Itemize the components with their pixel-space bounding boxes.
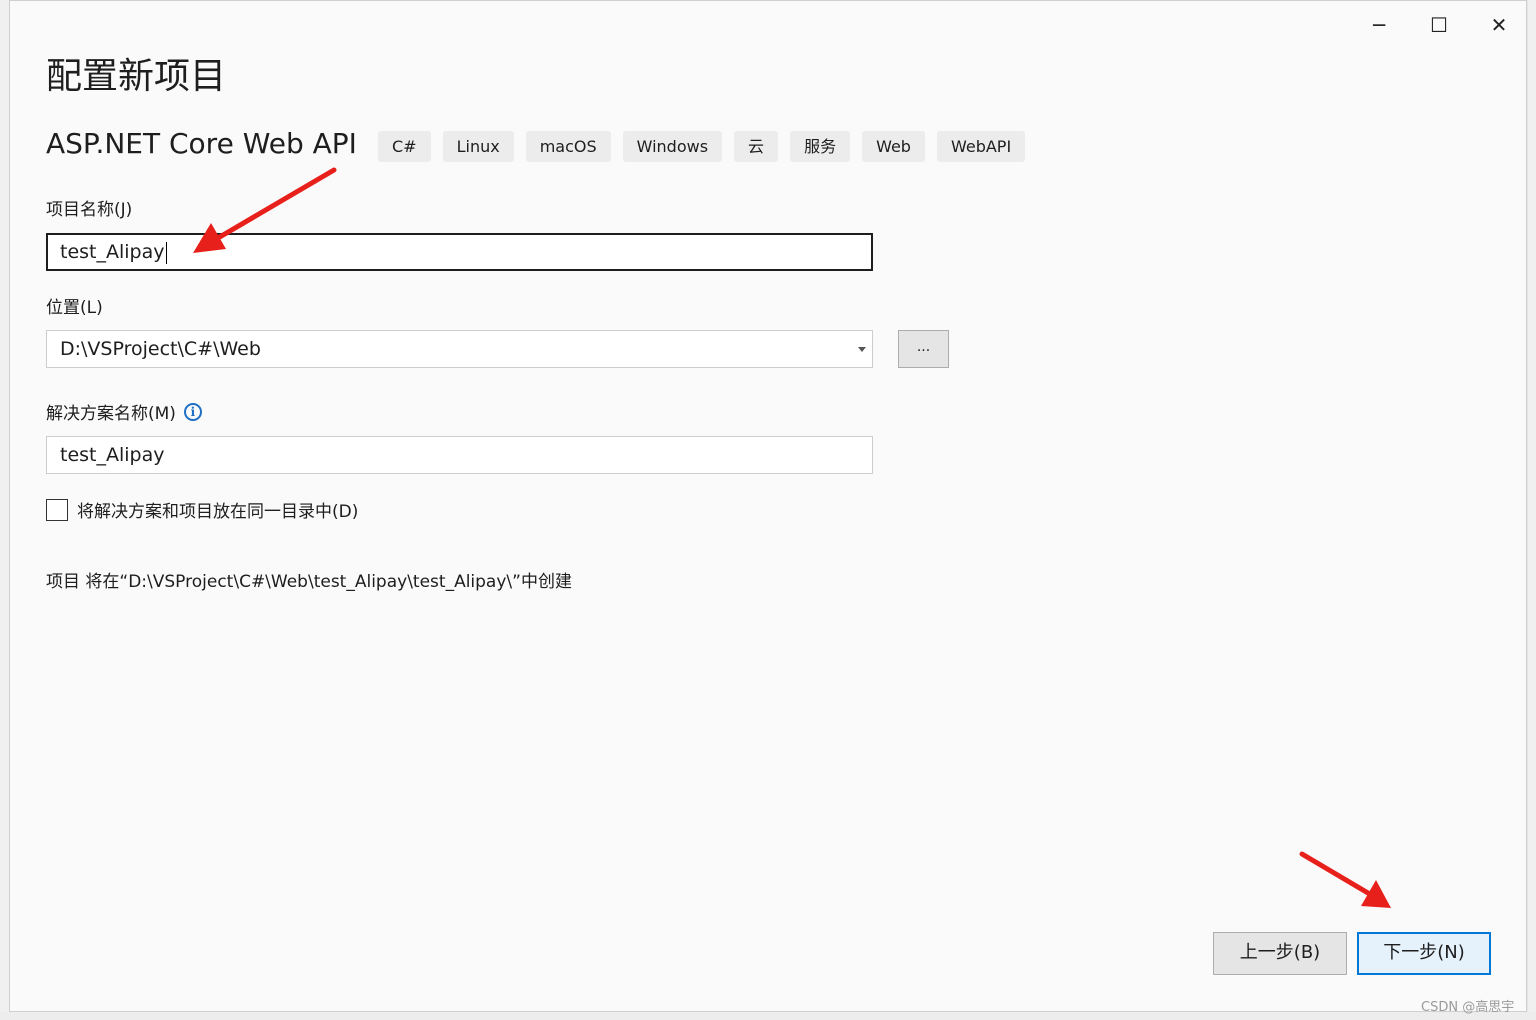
text-caret [165, 241, 167, 264]
close-button[interactable]: ✕ [1476, 7, 1522, 43]
solution-name-input[interactable]: test_Alipay [46, 436, 873, 474]
info-icon[interactable]: i [183, 402, 202, 421]
tag-csharp: C# [378, 131, 431, 162]
project-path-note: 项目 将在“D:\VSProject\C#\Web\test_Alipay\te… [46, 572, 572, 592]
next-button[interactable]: 下一步(N) [1357, 932, 1491, 975]
watermark: CSDN @高思宇 [1421, 1000, 1515, 1015]
location-value: D:\VSProject\C#\Web [60, 338, 261, 360]
back-button[interactable]: 上一步(B) [1213, 932, 1347, 975]
template-name: ASP.NET Core Web API [46, 127, 357, 160]
tag-cloud: 云 [734, 131, 779, 162]
solution-name-label-row: 解决方案名称(M) i [46, 399, 202, 424]
background-window-edge-right [1528, 0, 1536, 1020]
background-window-edge-bottom [0, 1012, 1536, 1020]
browse-button[interactable]: ... [898, 330, 949, 368]
template-tags: C# Linux macOS Windows 云 服务 Web WebAPI [378, 131, 1026, 162]
tag-webapi: WebAPI [936, 131, 1026, 162]
project-name-input[interactable]: test_Alipay [46, 233, 873, 271]
solution-name-label: 解决方案名称(M) [46, 404, 176, 424]
chevron-down-icon[interactable] [858, 347, 866, 352]
same-directory-label[interactable]: 将解决方案和项目放在同一目录中(D) [77, 497, 358, 522]
solution-name-value: test_Alipay [60, 444, 165, 466]
tag-macos: macOS [525, 131, 611, 162]
minimize-button[interactable]: ─ [1356, 7, 1402, 43]
page-title: 配置新项目 [46, 56, 227, 97]
tag-linux: Linux [442, 131, 514, 162]
tag-web: Web [862, 131, 925, 162]
location-label: 位置(L) [46, 298, 103, 318]
same-directory-option[interactable]: 将解决方案和项目放在同一目录中(D) [46, 497, 358, 522]
location-combobox[interactable]: D:\VSProject\C#\Web [46, 330, 873, 368]
tag-service: 服务 [790, 131, 851, 162]
maximize-button[interactable]: ☐ [1416, 7, 1462, 43]
same-directory-checkbox[interactable] [46, 498, 68, 521]
tag-windows: Windows [622, 131, 723, 162]
configure-project-dialog: ─ ☐ ✕ 配置新项目 ASP.NET Core Web API C# Linu… [9, 0, 1527, 1012]
project-name-label: 项目名称(J) [46, 200, 133, 220]
project-name-value: test_Alipay [60, 241, 165, 263]
background-window-edge-left [0, 0, 9, 1020]
